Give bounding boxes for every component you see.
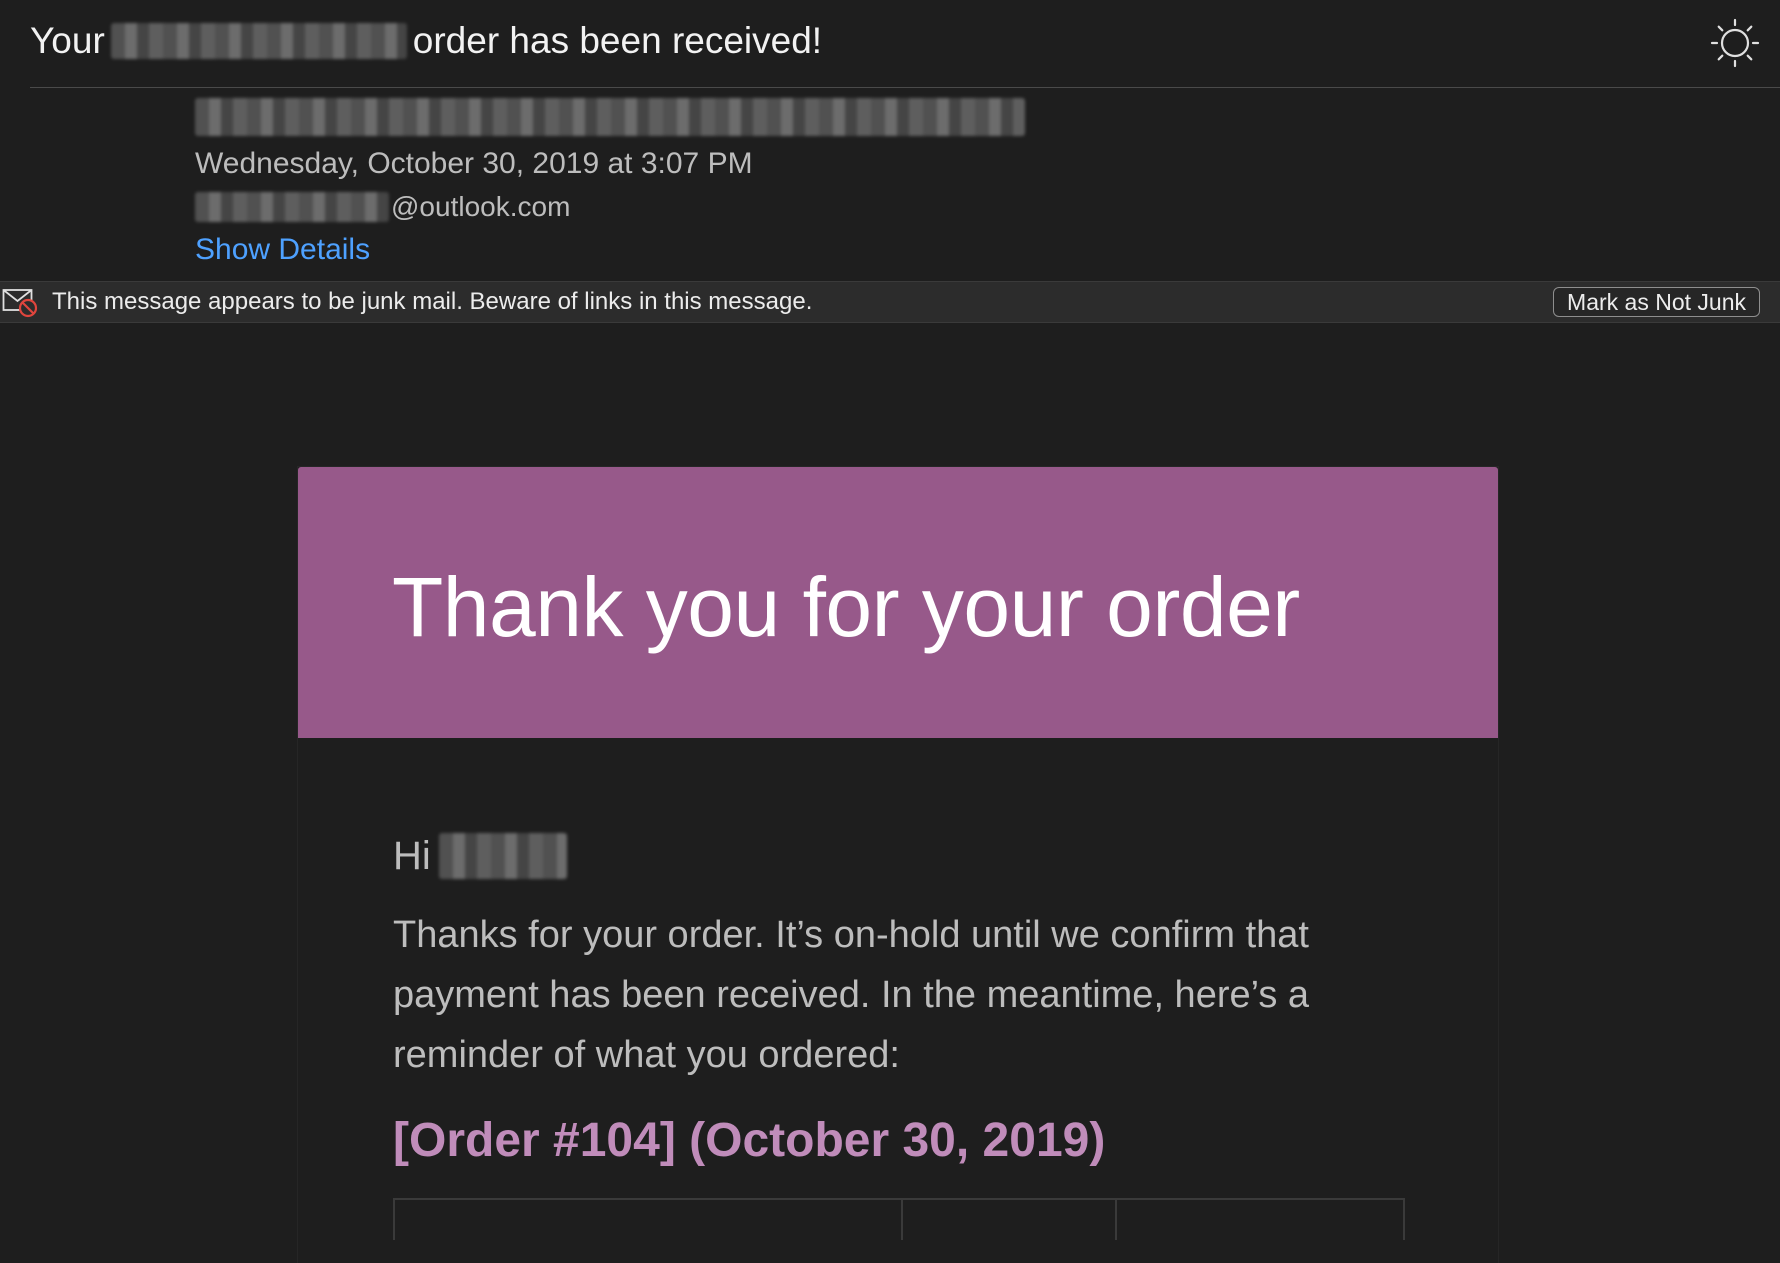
subject-prefix: Your [30, 20, 105, 61]
message-date: Wednesday, October 30, 2019 at 3:07 PM [195, 147, 753, 180]
greeting: Hi [393, 833, 1403, 879]
email-hero: Thank you for your order [298, 467, 1498, 738]
redacted-customer-name [438, 833, 567, 879]
recipient-domain: @outlook.com [391, 191, 571, 222]
intro-paragraph: Thanks for your order. It’s on-hold unti… [393, 914, 1310, 1076]
greeting-text: Hi [393, 833, 431, 878]
header-divider [30, 87, 1780, 88]
email-body: Hi Thanks for your order. It’s on-hold u… [298, 833, 1498, 1240]
show-details-link[interactable]: Show Details [195, 233, 370, 267]
subject-bar: Your order has been received! [0, 0, 1780, 88]
junk-warning-text: This message appears to be junk mail. Be… [52, 288, 813, 315]
message-subject: Your order has been received! [30, 20, 822, 62]
junk-mail-banner: This message appears to be junk mail. Be… [0, 281, 1780, 323]
order-table-cell [1117, 1200, 1403, 1240]
redacted-sender [195, 98, 1025, 136]
redacted-store-name [110, 23, 407, 59]
order-heading[interactable]: [Order #104] (October 30, 2019) [393, 1113, 1403, 1168]
message-header: Wednesday, October 30, 2019 at 3:07 PM @… [195, 98, 1025, 267]
redacted-recipient-user [195, 192, 389, 222]
message-recipient: @outlook.com [195, 191, 1025, 223]
subject-suffix: order has been received! [412, 20, 823, 61]
sun-icon[interactable] [1710, 18, 1760, 68]
order-table [393, 1198, 1405, 1240]
junk-mail-icon [2, 289, 38, 318]
mark-as-not-junk-button[interactable]: Mark as Not Junk [1553, 287, 1760, 317]
hero-title: Thank you for your order [392, 560, 1300, 654]
email-content: Thank you for your order Hi Thanks for y… [297, 466, 1499, 1263]
order-table-cell [395, 1200, 903, 1240]
order-table-cell [903, 1200, 1117, 1240]
